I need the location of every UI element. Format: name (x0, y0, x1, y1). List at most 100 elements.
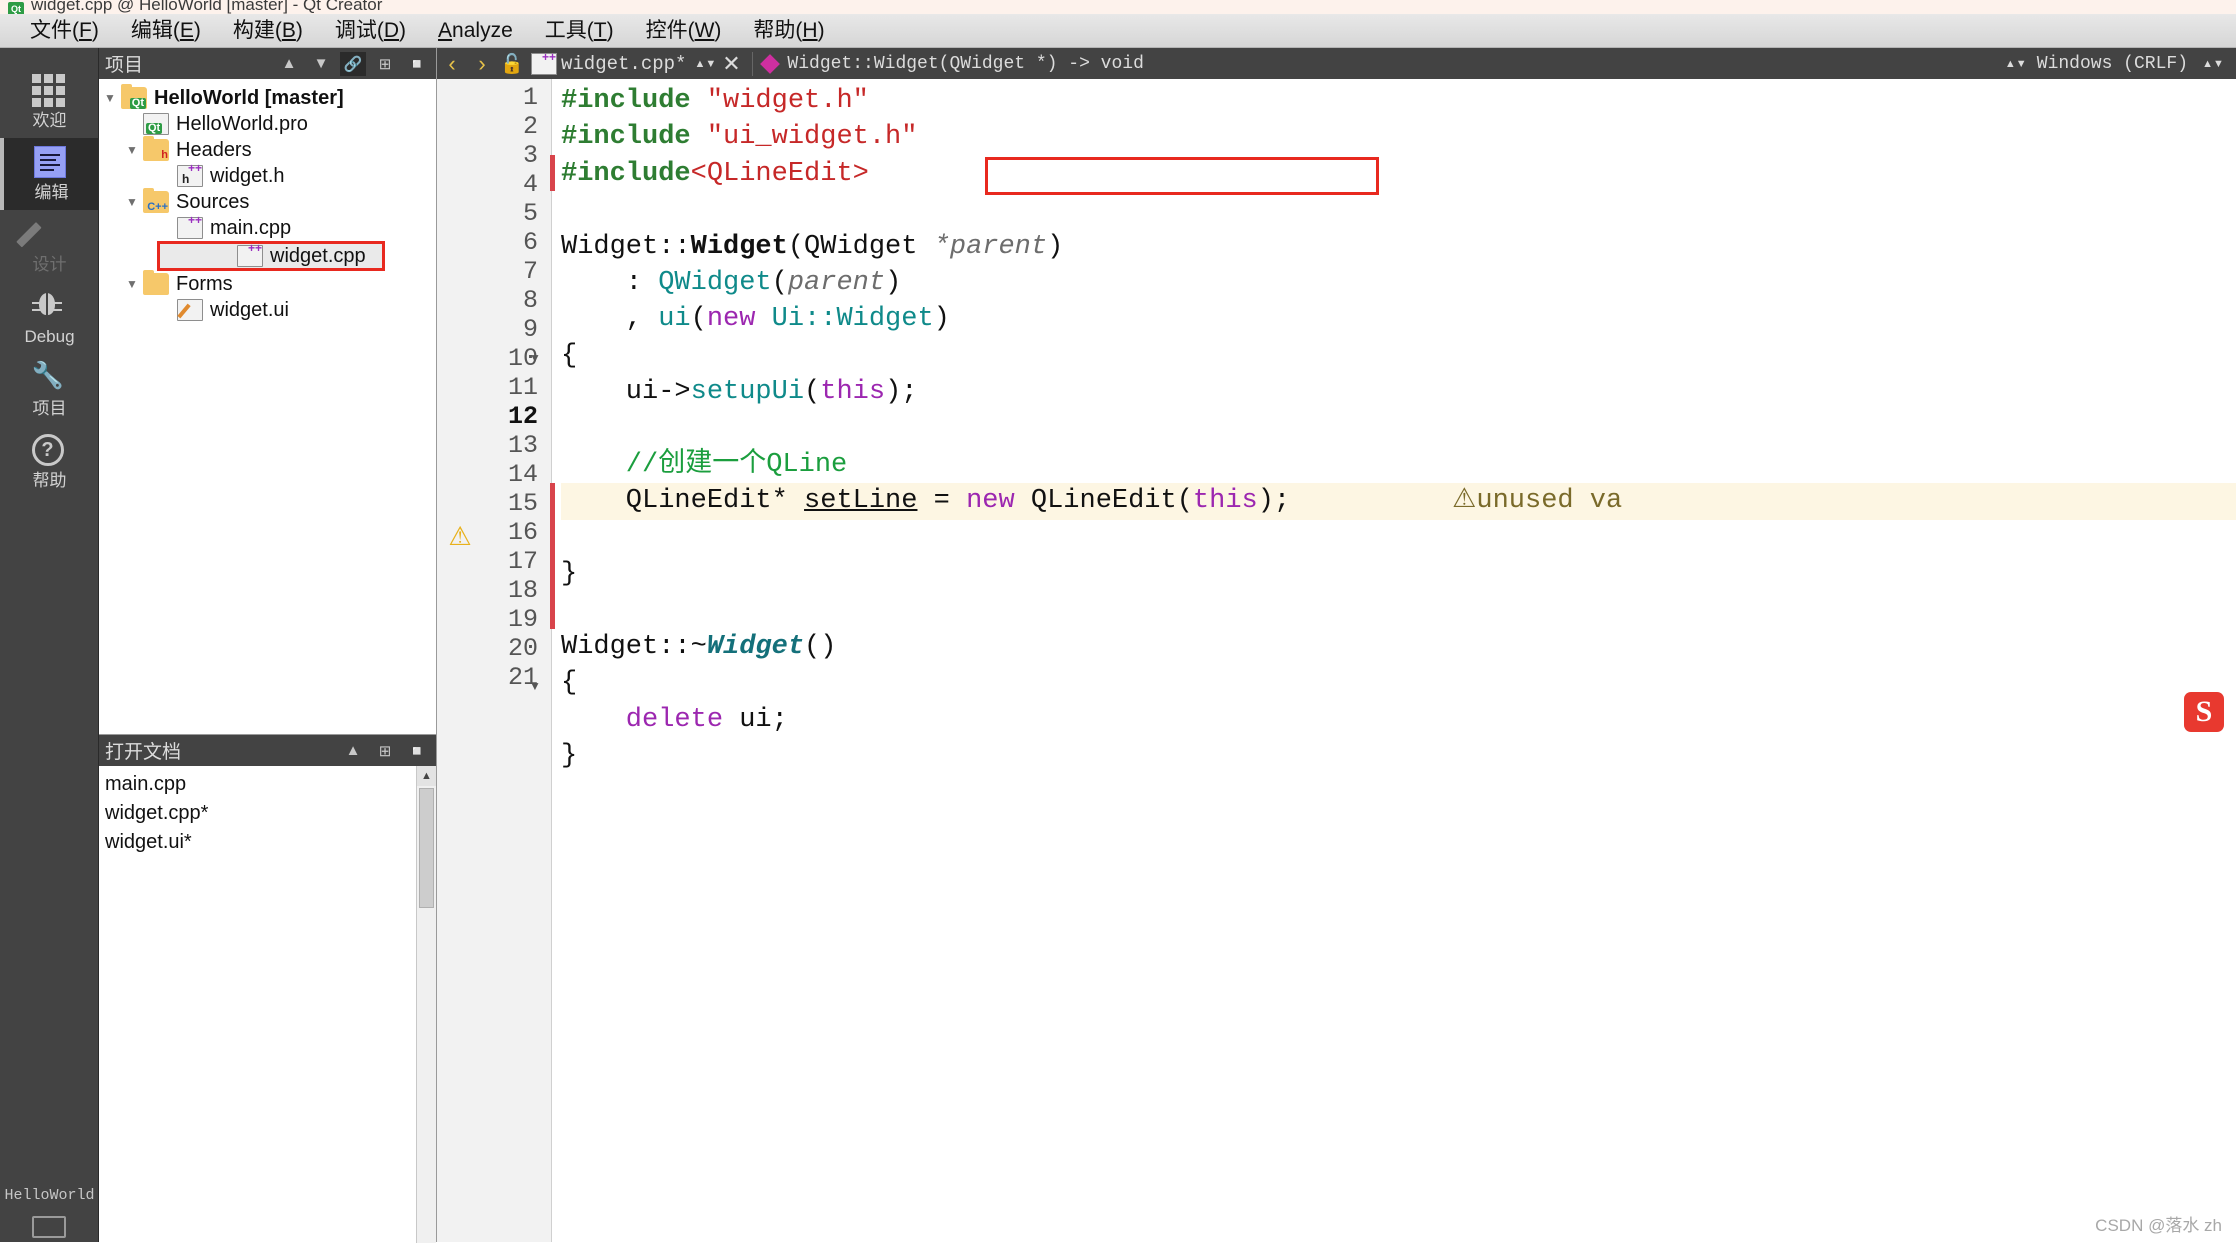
tree-item-headers[interactable]: ▼ h Headers (99, 137, 436, 163)
link-icon[interactable]: 🔗 (340, 52, 366, 76)
inline-warning-message: ⚠unused va (1452, 486, 1622, 516)
editor-filename[interactable]: widget.cpp* (561, 53, 686, 75)
updown-arrows-icon[interactable]: ▲ (340, 739, 366, 763)
mode-design-label: 设计 (33, 256, 67, 274)
code-line[interactable]: delete ui; (561, 702, 2236, 738)
menu-tools[interactable]: 工具(T) (529, 16, 630, 46)
scroll-up-arrow-icon[interactable]: ▲ (417, 766, 436, 786)
code-line[interactable]: Widget::~Widget() (561, 629, 2236, 665)
filter-icon[interactable]: ▼ (308, 52, 334, 76)
tree-item-widget-h[interactable]: ++h widget.h (99, 163, 436, 189)
code-line[interactable] (561, 411, 2236, 447)
chevron-down-icon[interactable]: ▼ (121, 277, 143, 291)
code-line[interactable]: , ui(new Ui::Widget) (561, 301, 2236, 337)
tree-item-main-cpp[interactable]: ++ main.cpp (99, 215, 436, 241)
line-ending-label[interactable]: Windows (CRLF) (2037, 54, 2188, 74)
back-arrow-icon[interactable]: ‹ (437, 51, 467, 77)
close-panel-icon[interactable]: ◽ (404, 52, 430, 76)
split-icon[interactable]: ⊞ (372, 52, 398, 76)
code-line[interactable]: #include "ui_widget.h" (561, 119, 2236, 155)
code-token: delete (561, 705, 723, 735)
line-number: 16 (437, 518, 552, 547)
fold-arrow-icon[interactable]: ▼ (529, 679, 541, 693)
menu-help[interactable]: 帮助(H) (737, 16, 840, 46)
mode-debug[interactable]: Debug (0, 282, 99, 354)
code-token: "widget.h" (707, 86, 869, 116)
code-line[interactable]: { (561, 665, 2236, 701)
code-line[interactable] (561, 520, 2236, 556)
tree-item-helloworld-pro[interactable]: Qt HelloWorld.pro (99, 111, 436, 137)
menu-edit[interactable]: 编辑(E) (115, 16, 217, 46)
close-icon[interactable]: ✕ (716, 51, 746, 77)
unlock-icon[interactable]: 🔓 (497, 52, 527, 76)
updown-arrows-icon[interactable]: ▲▼ (2202, 59, 2224, 69)
chevron-down-icon[interactable]: ▼ (121, 195, 143, 209)
run-button[interactable] (32, 1216, 66, 1238)
code-token: Widget (836, 304, 933, 334)
code-token: ); (1258, 486, 1290, 516)
project-tree: ▼ Qt HelloWorld [master] Qt HelloWorld.p… (99, 79, 436, 323)
tree-item-label: main.cpp (210, 217, 291, 240)
code-line[interactable] (561, 774, 2236, 810)
cpp-file-icon: ++ (177, 217, 203, 239)
tree-item-helloworld[interactable]: ▼ Qt HelloWorld [master] (99, 85, 436, 111)
tree-item-widget-ui[interactable]: widget.ui (99, 297, 436, 323)
chevron-down-icon[interactable]: ▼ (121, 143, 143, 157)
updown-arrows-icon[interactable]: ▲▼ (2005, 59, 2027, 69)
current-symbol-label[interactable]: Widget::Widget(QWidget *) -> void (787, 54, 1143, 74)
close-panel-icon[interactable]: ◽ (404, 739, 430, 763)
code-token: <QLineEdit> (691, 159, 869, 189)
mode-edit[interactable]: 编辑 (0, 138, 99, 210)
code-token: "ui_widget.h" (707, 122, 918, 152)
code-token: setupUi (691, 377, 804, 407)
menu-debug[interactable]: 调试(D) (319, 16, 422, 46)
mode-help[interactable]: ? 帮助 (0, 426, 99, 498)
chevron-down-icon[interactable]: ▼ (99, 91, 121, 105)
split-icon[interactable]: ⊞ (372, 739, 398, 763)
code-line[interactable]: : QWidget(parent) (561, 265, 2236, 301)
code-token: new (966, 486, 1015, 516)
line-number: 8 (437, 286, 552, 315)
menu-build[interactable]: 构建(B) (217, 16, 319, 46)
code-line[interactable]: { (561, 338, 2236, 374)
code-line[interactable]: #include "widget.h" (561, 83, 2236, 119)
forward-arrow-icon[interactable]: › (467, 51, 497, 77)
code-line[interactable]: #include<QLineEdit> (561, 156, 2236, 192)
menu-widgets[interactable]: 控件(W) (630, 16, 738, 46)
open-documents-scrollbar[interactable]: ▲ (416, 766, 436, 1243)
tree-item-widget-cpp[interactable]: ++ widget.cpp (159, 243, 383, 269)
code-line[interactable]: } (561, 738, 2236, 774)
updown-arrows-icon[interactable]: ▲▼ (694, 59, 716, 69)
open-doc-widget-ui[interactable]: widget.ui* (99, 828, 436, 857)
open-doc-main-cpp[interactable]: main.cpp (99, 770, 436, 799)
mode-welcome[interactable]: 欢迎 (0, 66, 99, 138)
menu-file[interactable]: 文件(F) (14, 16, 115, 46)
line-number: 20 (437, 634, 552, 663)
open-doc-label: widget.ui* (105, 831, 192, 854)
open-doc-widget-cpp[interactable]: widget.cpp* (99, 799, 436, 828)
tree-item-forms[interactable]: ▼ Forms (99, 271, 436, 297)
code-line[interactable]: } (561, 556, 2236, 592)
code-view[interactable]: ⚠ 1 2 3 4 5 6 7 8 9 10 11 12 13 14 15 16… (437, 79, 2236, 1242)
menu-analyze[interactable]: Analyze (422, 16, 529, 46)
tree-item-sources[interactable]: ▼ C++ Sources (99, 189, 436, 215)
code-line[interactable] (561, 192, 2236, 228)
line-number: 11 (437, 373, 552, 402)
kit-selector-label[interactable]: HelloWorld (0, 1187, 99, 1204)
code-line[interactable]: //创建一个QLine (561, 447, 2236, 483)
mode-design[interactable]: 设计 (0, 210, 99, 282)
fold-arrow-icon[interactable]: ▼ (529, 351, 541, 365)
code-line[interactable]: QLineEdit* setLine = new QLineEdit(this)… (561, 483, 2236, 519)
mode-projects[interactable]: 项目 (0, 354, 99, 426)
code-line[interactable]: ui->setupUi(this); (561, 374, 2236, 410)
code-line[interactable] (561, 811, 2236, 847)
code-line[interactable] (561, 592, 2236, 628)
code-token: setLine (804, 486, 917, 516)
code-text[interactable]: #include "widget.h"#include "ui_widget.h… (561, 79, 2236, 1242)
toolbar-divider (752, 52, 753, 76)
grid-icon (32, 74, 68, 108)
code-line[interactable]: Widget::Widget(QWidget *parent) (561, 229, 2236, 265)
scrollbar-thumb[interactable] (419, 788, 434, 908)
updown-arrows-icon[interactable]: ▲ (276, 52, 302, 76)
line-number: 1 (437, 83, 552, 112)
